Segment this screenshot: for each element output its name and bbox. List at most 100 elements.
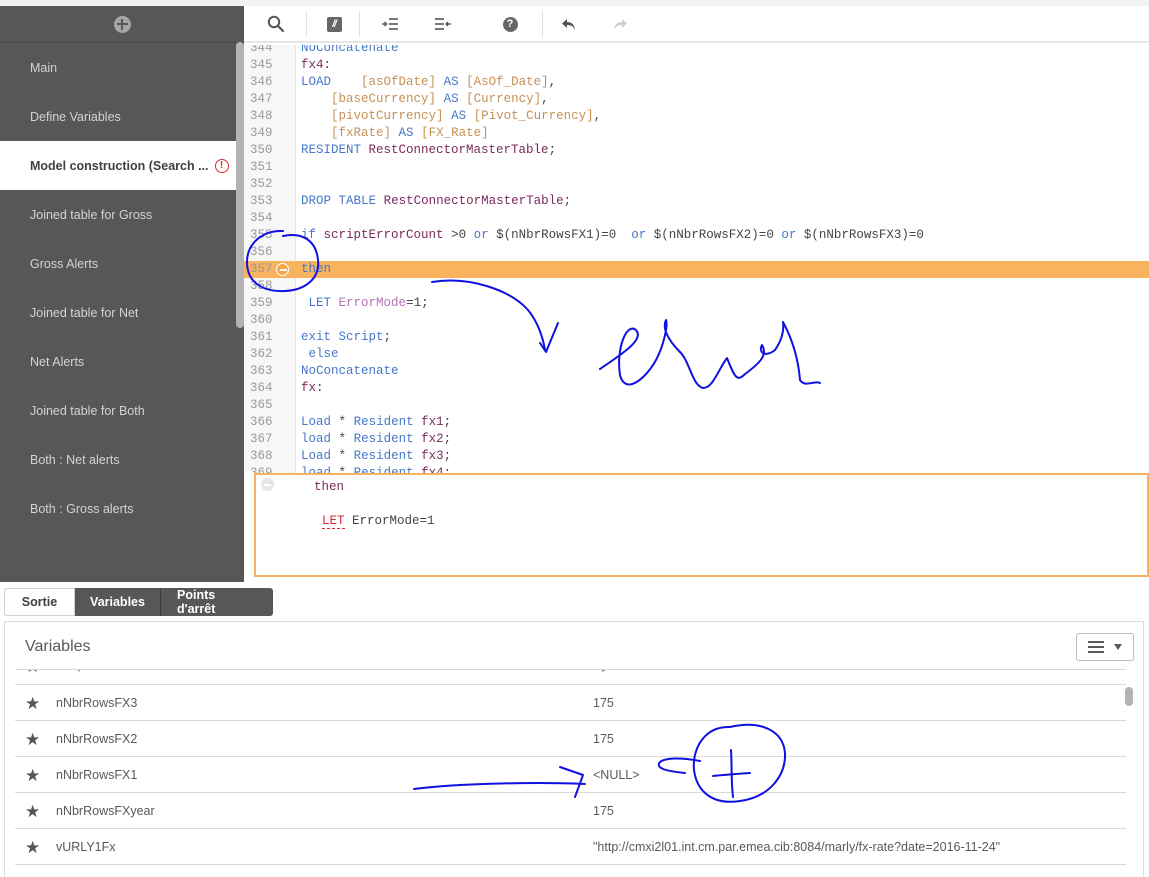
line-number[interactable]: 356 — [250, 244, 280, 261]
sidebar-item[interactable]: Model construction (Search ...! — [0, 141, 236, 190]
help-icon: ? — [502, 16, 518, 32]
add-section-icon[interactable] — [113, 15, 131, 33]
line-number[interactable]: 369 — [250, 465, 280, 473]
star-icon[interactable]: ★ — [25, 670, 40, 675]
line-number[interactable]: 345 — [250, 57, 280, 74]
line-number[interactable]: 359 — [250, 295, 280, 312]
line-number[interactable]: 347 — [250, 91, 280, 108]
line-number[interactable]: 365 — [250, 397, 280, 414]
sidebar-item[interactable]: Gross Alerts — [0, 239, 244, 288]
code-line[interactable]: 344 NoConcatenate — [244, 45, 1149, 57]
help-button[interactable]: ? — [495, 9, 525, 39]
variable-row[interactable]: ★ nNbrRowsFX2 175 — [15, 721, 1126, 757]
star-icon[interactable]: ★ — [25, 731, 40, 748]
code-line[interactable]: 363 NoConcatenate — [244, 363, 1149, 380]
sidebar-scrollbar[interactable] — [236, 42, 244, 328]
line-number[interactable]: 366 — [250, 414, 280, 431]
code-text: else — [308, 347, 339, 361]
line-number[interactable]: 364 — [250, 380, 280, 397]
code-line[interactable]: 364 fx: — [244, 380, 1149, 397]
code-line[interactable]: 367 load * Resident fx2; — [244, 431, 1149, 448]
line-number[interactable]: 363 — [250, 363, 280, 380]
code-line[interactable]: 360 — [244, 312, 1149, 329]
code-line[interactable]: 352 — [244, 176, 1149, 193]
tab-variables[interactable]: Variables — [75, 588, 161, 616]
code-line[interactable]: 366 Load * Resident fx1; — [244, 414, 1149, 431]
variable-row[interactable]: ★ nNbrRowsFXyear 175 — [15, 793, 1126, 829]
line-number[interactable]: 355 — [250, 227, 280, 244]
script-editor[interactable]: 344 NoConcatenate 345 fx4: 346 LOAD [asOfDate… — [244, 45, 1149, 473]
line-number[interactable]: 350 — [250, 142, 280, 159]
line-number[interactable]: 360 — [250, 312, 280, 329]
star-icon[interactable]: ★ — [25, 695, 40, 712]
breakpoint-icon[interactable] — [276, 263, 289, 276]
line-number[interactable]: 352 — [250, 176, 280, 193]
sidebar-item[interactable]: Define Variables — [0, 92, 244, 141]
breakpoint-icon[interactable] — [261, 478, 274, 491]
line-number[interactable]: 348 — [250, 108, 280, 125]
outdent-button[interactable] — [428, 9, 458, 39]
star-icon[interactable]: ★ — [25, 803, 40, 820]
code-line[interactable]: 345 fx4: — [244, 57, 1149, 74]
code-line[interactable]: 351 — [244, 159, 1149, 176]
variables-scrollbar[interactable] — [1125, 687, 1133, 706]
code-line[interactable]: 365 — [244, 397, 1149, 414]
code-line[interactable]: 349 [fxRate] AS [FX_Rate] — [244, 125, 1149, 142]
code-line[interactable]: 359 LET ErrorMode=1; — [244, 295, 1149, 312]
tab-sortie[interactable]: Sortie — [4, 588, 75, 616]
sidebar-item[interactable]: Both : Gross alerts — [0, 484, 244, 533]
undo-button[interactable] — [554, 9, 584, 39]
redo-button[interactable] — [605, 9, 635, 39]
code-line[interactable]: 350 RESIDENT RestConnectorMasterTable; — [244, 142, 1149, 159]
code-line-current[interactable]: 357 then — [244, 261, 1149, 278]
code-line[interactable]: 362 else — [244, 346, 1149, 363]
sidebar-item-label: Main — [30, 60, 58, 75]
sidebar-item[interactable]: Joined table for Gross — [0, 190, 244, 239]
code-text: fx4: — [301, 58, 332, 72]
variable-row[interactable]: ★ ScriptError SyntaxError — [15, 669, 1126, 685]
code-line[interactable]: 361 exit Script; — [244, 329, 1149, 346]
line-number[interactable]: 361 — [250, 329, 280, 346]
code-line[interactable]: 354 — [244, 210, 1149, 227]
code-line[interactable]: 369 load * Resident fx4; — [244, 465, 1149, 473]
comment-button[interactable]: // — [319, 9, 349, 39]
code-line[interactable]: 348 [pivotCurrency] AS [Pivot_Currency], — [244, 108, 1149, 125]
variable-value: "http://cmxi2l01.int.cm.par.emea.cib:808… — [593, 840, 1001, 854]
star-icon[interactable]: ★ — [25, 767, 40, 784]
variables-menu-button[interactable] — [1076, 633, 1134, 661]
indent-button[interactable] — [375, 9, 405, 39]
variable-row[interactable]: ★ nNbrRowsFX3 175 — [15, 685, 1126, 721]
line-number[interactable]: 346 — [250, 74, 280, 91]
sidebar-item[interactable]: Joined table for Net — [0, 288, 244, 337]
line-number[interactable]: 354 — [250, 210, 280, 227]
sidebar-item-label: Gross Alerts — [30, 256, 99, 271]
debug-tabs: Sortie Variables Points d'arrêt — [4, 588, 273, 616]
variable-row[interactable]: ★ vURLY1Fx "http://cmxi2l01.int.cm.par.eme… — [15, 829, 1126, 865]
line-number[interactable]: 368 — [250, 448, 280, 465]
code-line[interactable]: 358 — [244, 278, 1149, 295]
code-line[interactable]: 356 — [244, 244, 1149, 261]
code-line[interactable]: 347 [baseCurrency] AS [Currency], — [244, 91, 1149, 108]
line-number[interactable]: 367 — [250, 431, 280, 448]
error-keyword: LET — [322, 514, 345, 529]
line-number[interactable]: 351 — [250, 159, 280, 176]
sidebar-item[interactable]: Main — [0, 43, 244, 92]
code-line[interactable]: 368 Load * Resident fx3; — [244, 448, 1149, 465]
line-number[interactable]: 344 — [250, 45, 280, 57]
sidebar-item[interactable]: Joined table for Both — [0, 386, 244, 435]
line-number[interactable]: 353 — [250, 193, 280, 210]
star-icon[interactable]: ★ — [25, 839, 40, 856]
sidebar-item[interactable]: Both : Net alerts — [0, 435, 244, 484]
code-text: LOAD [asOfDate] AS [AsOf_Date], — [301, 75, 557, 89]
code-line[interactable]: 355 if scriptErrorCount >0 or $(nNbrRowsF… — [244, 227, 1149, 244]
chevron-down-icon — [1114, 644, 1122, 650]
variable-row[interactable]: ★ nNbrRowsFX1 <NULL> — [15, 757, 1126, 793]
tab-breakpoints[interactable]: Points d'arrêt — [161, 588, 273, 616]
search-button[interactable] — [261, 9, 291, 39]
line-number[interactable]: 358 — [250, 278, 280, 295]
sidebar-item[interactable]: Net Alerts — [0, 337, 244, 386]
code-line[interactable]: 353 DROP TABLE RestConnectorMasterTable; — [244, 193, 1149, 210]
line-number[interactable]: 362 — [250, 346, 280, 363]
line-number[interactable]: 349 — [250, 125, 280, 142]
code-line[interactable]: 346 LOAD [asOfDate] AS [AsOf_Date], — [244, 74, 1149, 91]
